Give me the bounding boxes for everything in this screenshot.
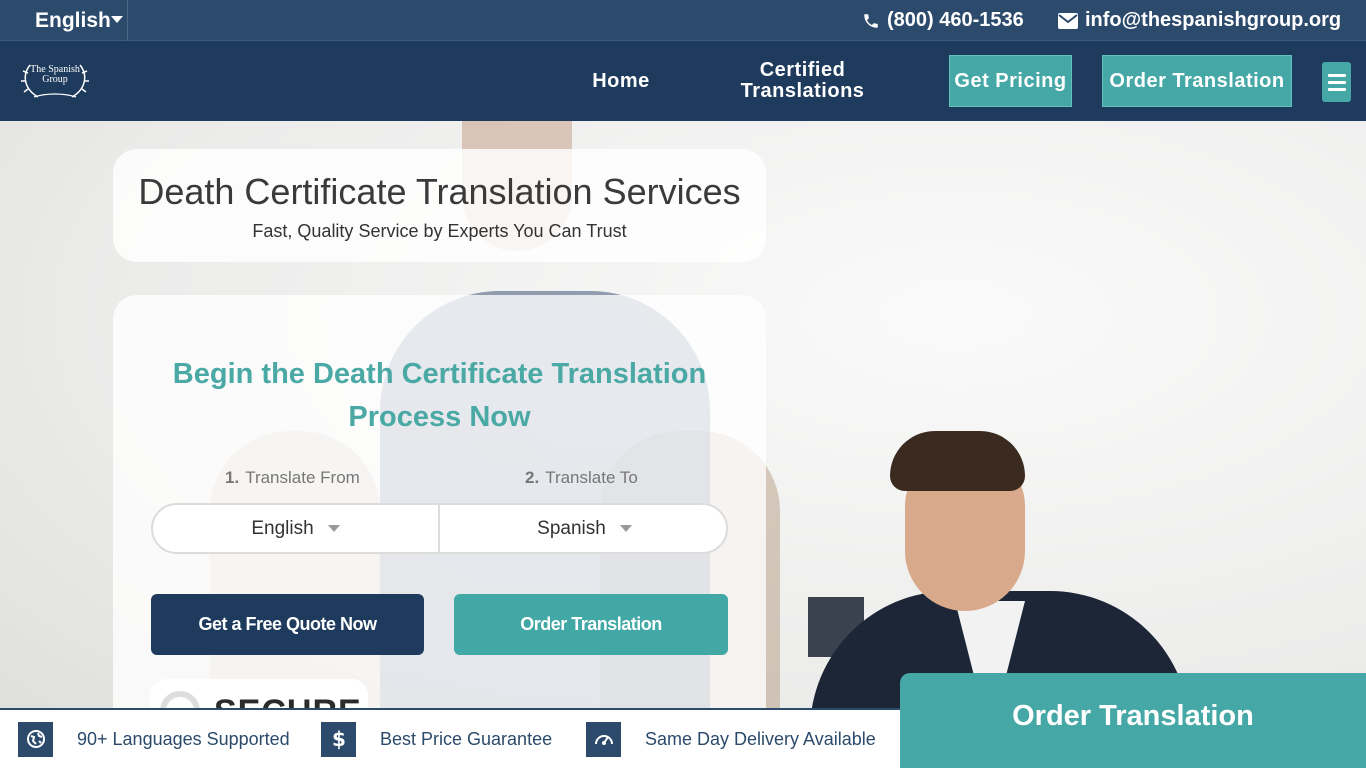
main-navigation: The Spanish Group Home Certified Transla… — [0, 41, 1366, 121]
nav-home[interactable]: Home — [575, 41, 667, 121]
phone-number: (800) 460-1536 — [887, 9, 1024, 31]
language-selector-label: English — [35, 8, 111, 32]
caret-down-icon — [111, 16, 123, 23]
order-translation-button[interactable]: Order Translation — [454, 594, 728, 655]
email-link[interactable]: info@thespanishgroup.org — [1058, 0, 1341, 41]
target-language-select[interactable]: Spanish — [441, 505, 728, 552]
feature-label: Same Day Delivery Available — [645, 728, 876, 749]
floating-order-translation-button[interactable]: Order Translation — [900, 673, 1366, 768]
feature-delivery: Same Day Delivery Available — [586, 710, 876, 768]
speedometer-icon — [586, 721, 621, 757]
site-logo[interactable]: The Spanish Group — [20, 59, 90, 103]
logo-text: The Spanish Group — [30, 64, 80, 85]
source-language-select[interactable]: English — [153, 505, 440, 552]
target-language-value: Spanish — [537, 517, 606, 539]
form-title: Begin the Death Certificate Translation … — [172, 358, 707, 433]
hero-section: Death Certificate Translation Services F… — [0, 121, 1366, 768]
dropdown-arrow-icon — [619, 525, 632, 532]
hero-title-card: Death Certificate Translation Services F… — [113, 149, 766, 262]
feature-languages: 90+ Languages Supported — [18, 710, 290, 768]
feature-label: Best Price Guarantee — [380, 728, 553, 749]
dropdown-arrow-icon — [327, 525, 340, 532]
get-pricing-button[interactable]: Get Pricing — [949, 55, 1072, 107]
language-selector[interactable]: English — [0, 0, 128, 41]
phone-icon — [864, 13, 878, 28]
envelope-icon — [1058, 12, 1078, 29]
step-label: Translate From — [245, 468, 360, 487]
nav-certified-translations[interactable]: Certified Translations — [725, 41, 880, 121]
source-language-value: English — [251, 517, 314, 539]
page-title: Death Certificate Translation Services — [138, 171, 741, 212]
step-label: Translate To — [545, 468, 638, 487]
features-bar: 90+ Languages Supported $ Best Price Gua… — [0, 708, 900, 768]
phone-link[interactable]: (800) 460-1536 — [862, 0, 1024, 41]
dollar-icon: $ — [321, 721, 356, 757]
language-pair-selector: English Spanish — [151, 503, 728, 554]
feature-label: 90+ Languages Supported — [77, 728, 290, 749]
order-translation-nav-button[interactable]: Order Translation — [1102, 55, 1292, 107]
free-quote-button[interactable]: Get a Free Quote Now — [151, 594, 424, 655]
page-subtitle: Fast, Quality Service by Experts You Can… — [252, 221, 627, 241]
step-translate-to: 2. Translate To — [525, 468, 638, 488]
quote-form-card: Begin the Death Certificate Translation … — [113, 295, 766, 768]
step-number: 2. — [525, 468, 540, 487]
step-number: 1. — [225, 468, 240, 487]
step-translate-from: 1. Translate From — [225, 468, 360, 488]
email-address: info@thespanishgroup.org — [1085, 9, 1342, 31]
hamburger-menu-icon[interactable] — [1322, 62, 1351, 102]
hero-photo-person — [890, 431, 1025, 491]
globe-icon — [18, 721, 53, 757]
svg-text:$: $ — [332, 728, 346, 750]
feature-price: $ Best Price Guarantee — [321, 710, 552, 768]
top-bar: English (800) 460-1536 info@thespanishgr… — [0, 0, 1366, 41]
